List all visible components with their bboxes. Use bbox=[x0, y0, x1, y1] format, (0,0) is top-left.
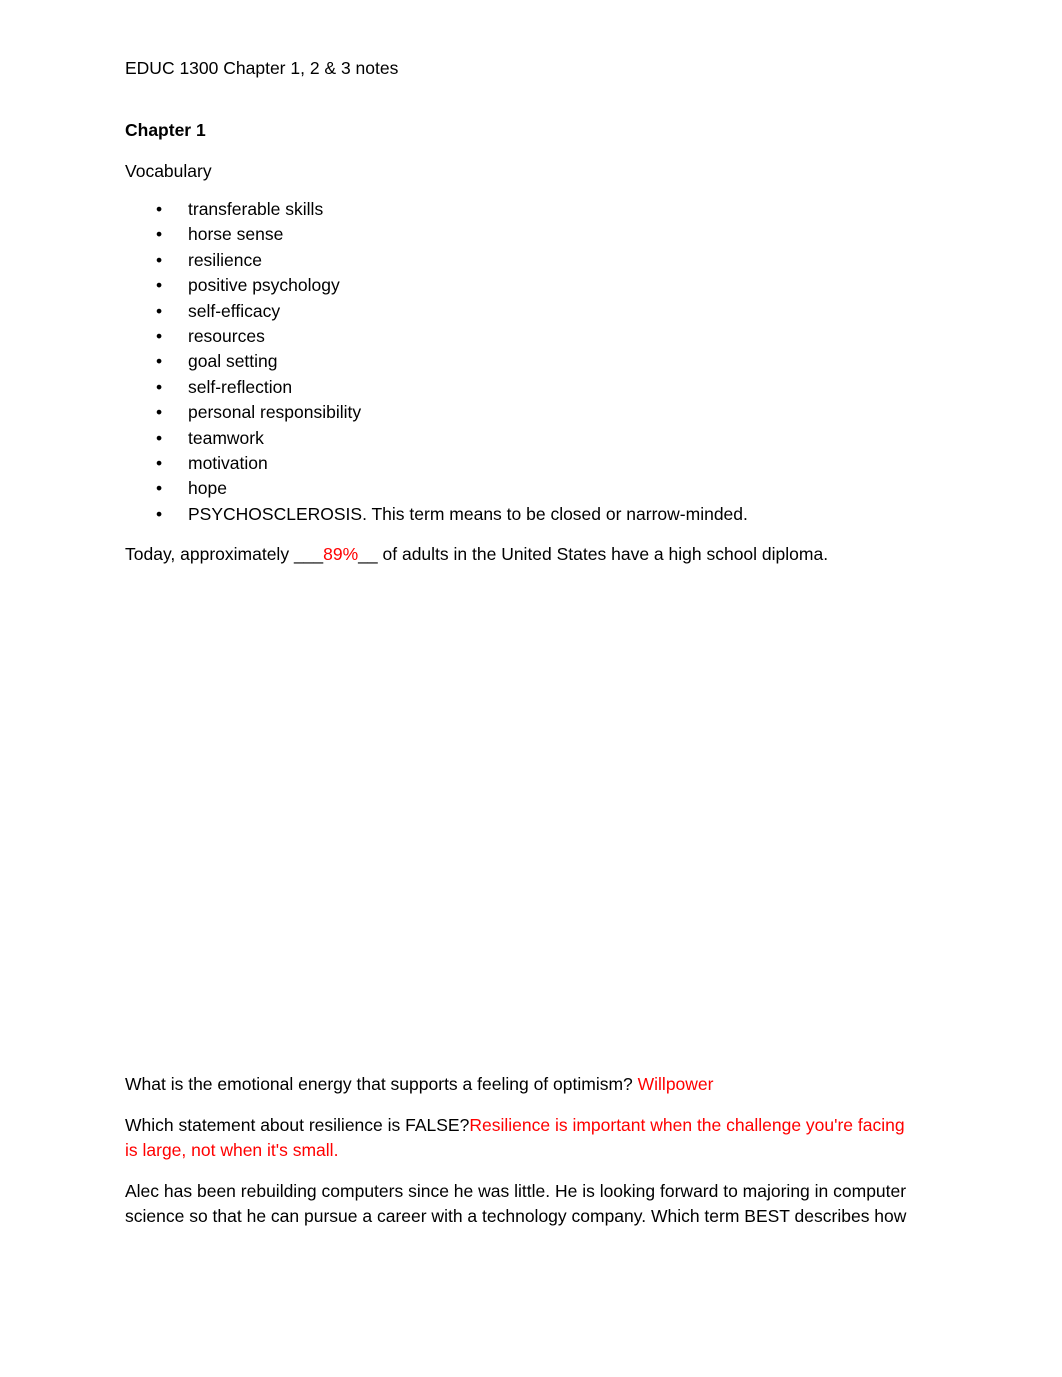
list-item: transferable skills bbox=[125, 197, 916, 223]
document-page: EDUC 1300 Chapter 1, 2 & 3 notes Chapter… bbox=[0, 0, 1062, 1377]
question-prompt: What is the emotional energy that suppor… bbox=[125, 1074, 638, 1095]
list-item: teamwork bbox=[125, 426, 916, 452]
list-item: motivation bbox=[125, 451, 916, 477]
blank-leading-underscores: ___ bbox=[293, 544, 324, 565]
statement-suffix: of adults in the United States have a hi… bbox=[377, 544, 829, 565]
list-item: self-reflection bbox=[125, 375, 916, 401]
list-item: personal responsibility bbox=[125, 400, 916, 426]
list-item: horse sense bbox=[125, 222, 916, 248]
list-item: resilience bbox=[125, 248, 916, 274]
statement-prefix: Today, approximately bbox=[125, 544, 294, 565]
question-item-1: What is the emotional energy that suppor… bbox=[125, 1072, 916, 1098]
list-item: goal setting bbox=[125, 349, 916, 375]
list-item: PSYCHOSCLEROSIS. This term means to be c… bbox=[125, 502, 916, 528]
question-item-2: Which statement about resilience is FALS… bbox=[125, 1113, 916, 1164]
section-label-vocabulary: Vocabulary bbox=[125, 161, 212, 181]
chapter-heading: Chapter 1 bbox=[125, 120, 206, 140]
list-item: resources bbox=[125, 324, 916, 350]
fill-in-answer: 89% bbox=[323, 544, 359, 565]
list-item: positive psychology bbox=[125, 273, 916, 299]
fill-in-the-blank-statement: Today, approximately ___89%__ of adults … bbox=[125, 542, 916, 567]
list-item: self-efficacy bbox=[125, 299, 916, 325]
document-title: EDUC 1300 Chapter 1, 2 & 3 notes bbox=[125, 58, 399, 78]
list-item: hope bbox=[125, 476, 916, 502]
blank-trailing-underscores: __ bbox=[358, 544, 378, 565]
blank-page-region bbox=[125, 567, 916, 1072]
trailing-paragraph: Alec has been rebuilding computers since… bbox=[125, 1180, 907, 1227]
question-answer: Willpower bbox=[637, 1074, 714, 1095]
title-spacer bbox=[125, 80, 916, 118]
question-prompt: Which statement about resilience is FALS… bbox=[125, 1114, 470, 1135]
vocabulary-list: transferable skills horse sense resilien… bbox=[125, 197, 916, 528]
